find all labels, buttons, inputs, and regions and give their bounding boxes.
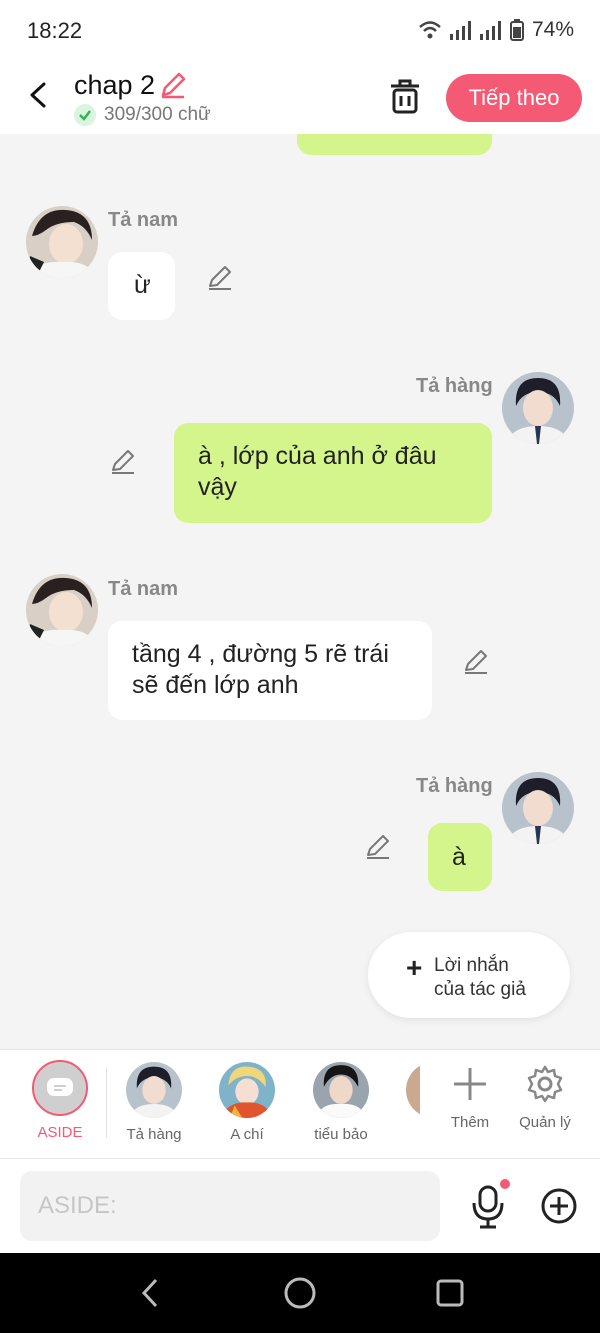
- message-bubble[interactable]: tầng 4 , đường 5 rẽ trái sẽ đến lớp anh: [108, 621, 432, 720]
- character-a-chi[interactable]: A chí: [214, 1062, 280, 1143]
- aside-icon: [32, 1060, 88, 1116]
- character-partial[interactable]: [406, 1062, 420, 1118]
- status-bar: 18:22 74%: [0, 0, 600, 62]
- character-aside[interactable]: ASIDE: [28, 1060, 92, 1141]
- nav-home-icon[interactable]: [283, 1276, 317, 1310]
- sender-name: Tả nam: [108, 209, 179, 231]
- nav-recents-icon[interactable]: [435, 1278, 465, 1308]
- system-nav-bar: [0, 1253, 600, 1333]
- add-circle-icon[interactable]: [540, 1187, 578, 1225]
- character-ta-hang[interactable]: Tả hàng: [120, 1062, 188, 1143]
- avatar: [313, 1062, 369, 1118]
- avatar[interactable]: [502, 372, 574, 444]
- message-bubble[interactable]: à , lớp của anh ở đâu vậy: [174, 423, 492, 523]
- sender-name: Tả hàng: [416, 775, 493, 797]
- sender-name: Tả hàng: [416, 375, 493, 397]
- character-label: tiểu bảo: [314, 1126, 368, 1143]
- avatar: [219, 1062, 275, 1118]
- signal-icon-2: [479, 20, 502, 40]
- trash-icon[interactable]: [388, 78, 422, 114]
- signal-icon: [449, 20, 472, 40]
- character-bar: ASIDE Tả hàng A chí tiểu bảo Thêm Quản l…: [0, 1049, 600, 1158]
- plus-icon: [454, 1068, 486, 1100]
- gear-icon: [527, 1065, 563, 1103]
- edit-message-pencil-icon[interactable]: [109, 448, 137, 476]
- message-input[interactable]: [20, 1171, 440, 1241]
- word-count-text: 309/300 chữ: [104, 104, 211, 125]
- word-count: 309/300 chữ: [74, 104, 211, 126]
- manage-button[interactable]: Quản lý: [514, 1064, 576, 1131]
- message-bubble[interactable]: ừ: [108, 252, 175, 320]
- edit-message-pencil-icon[interactable]: [462, 648, 490, 676]
- edit-title-pencil-icon[interactable]: [158, 70, 188, 100]
- wifi-icon: [419, 21, 441, 39]
- avatar: [406, 1062, 420, 1118]
- author-note-button[interactable]: + Lời nhắn của tác giả: [368, 932, 570, 1018]
- avatar[interactable]: [26, 206, 98, 278]
- composer-bar: [0, 1158, 600, 1254]
- plus-icon: +: [406, 952, 423, 983]
- editor-header: chap 2 309/300 chữ Tiếp theo: [0, 62, 600, 134]
- edit-message-pencil-icon[interactable]: [206, 264, 234, 292]
- add-label: Thêm: [450, 1114, 490, 1131]
- character-label: ASIDE: [37, 1124, 83, 1141]
- author-note-label: Lời nhắn của tác giả: [434, 955, 526, 1000]
- message-bubble[interactable]: à: [428, 823, 492, 891]
- add-character-button[interactable]: Thêm: [440, 1064, 500, 1131]
- character-label: Tả hàng: [126, 1126, 182, 1143]
- status-icons: 74%: [418, 18, 574, 42]
- sender-name: Tả nam: [108, 578, 179, 600]
- next-button[interactable]: Tiếp theo: [446, 74, 582, 122]
- battery-icon: [509, 19, 524, 41]
- character-label: A chí: [230, 1126, 264, 1143]
- avatar: [126, 1062, 182, 1118]
- microphone-icon: [472, 1179, 510, 1229]
- edit-message-pencil-icon[interactable]: [364, 833, 392, 861]
- chapter-title: chap 2: [74, 70, 156, 100]
- previous-message-bubble[interactable]: [297, 134, 492, 155]
- avatar[interactable]: [26, 574, 98, 646]
- status-time: 18:22: [27, 18, 83, 43]
- nav-back-icon[interactable]: [138, 1277, 162, 1309]
- avatar[interactable]: [502, 772, 574, 844]
- manage-label: Quản lý: [519, 1114, 571, 1131]
- battery-percent: 74%: [531, 18, 574, 41]
- character-tieu-bao[interactable]: tiểu bảo: [304, 1062, 378, 1143]
- microphone-button[interactable]: [468, 1179, 510, 1231]
- check-icon: [74, 104, 96, 126]
- divider: [106, 1068, 107, 1138]
- back-arrow-icon[interactable]: [24, 80, 54, 110]
